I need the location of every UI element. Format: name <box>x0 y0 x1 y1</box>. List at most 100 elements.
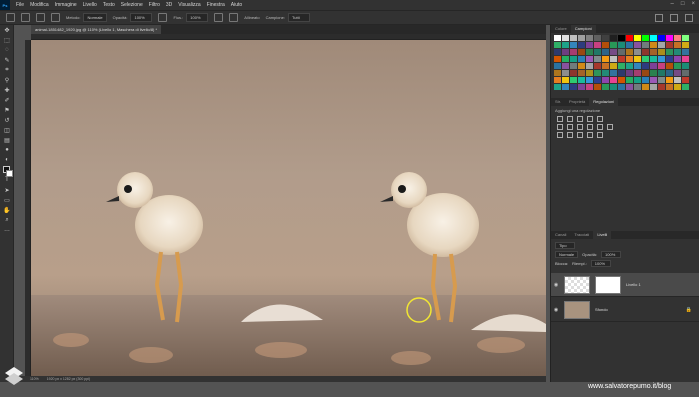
color-swatch[interactable] <box>562 63 569 69</box>
minimize-icon[interactable]: – <box>671 1 674 7</box>
color-swatch[interactable] <box>674 35 681 41</box>
color-swatch[interactable] <box>562 77 569 83</box>
color-swatch[interactable] <box>674 42 681 48</box>
gradient-tool-icon[interactable]: ▤ <box>0 135 14 145</box>
workspace-icon[interactable] <box>670 14 678 22</box>
color-swatch[interactable] <box>666 42 673 48</box>
color-swatch[interactable] <box>682 77 689 83</box>
visibility-eye-icon[interactable]: ◉ <box>551 307 561 313</box>
allineato-checkbox[interactable] <box>229 13 239 22</box>
threshold-icon[interactable] <box>577 132 583 138</box>
color-swatch[interactable] <box>642 56 649 62</box>
color-swatch[interactable] <box>578 77 585 83</box>
color-swatch[interactable] <box>586 49 593 55</box>
color-swatch[interactable] <box>642 63 649 69</box>
color-swatch[interactable] <box>610 77 617 83</box>
quick-select-tool-icon[interactable]: ✎ <box>0 55 14 65</box>
hue-sat-icon[interactable] <box>557 124 563 130</box>
color-swatch[interactable] <box>602 77 609 83</box>
color-swatch[interactable] <box>562 56 569 62</box>
more-tools-icon[interactable]: … <box>0 225 14 235</box>
menu-selezione[interactable]: Selezione <box>121 2 143 8</box>
color-swatch[interactable] <box>626 35 633 41</box>
color-swatch[interactable] <box>682 84 689 90</box>
menu-aiuto[interactable]: Aiuto <box>231 2 242 8</box>
color-swatch[interactable] <box>634 42 641 48</box>
image-canvas[interactable] <box>31 40 546 376</box>
campione-select[interactable]: Tutti <box>287 13 310 22</box>
tab-livelli[interactable]: Livelli <box>593 231 612 239</box>
color-swatch[interactable] <box>650 56 657 62</box>
color-swatch[interactable] <box>666 77 673 83</box>
blur-tool-icon[interactable]: ● <box>0 145 14 155</box>
color-swatch[interactable] <box>570 70 577 76</box>
color-swatch[interactable] <box>602 70 609 76</box>
color-swatch[interactable] <box>658 70 665 76</box>
blend-mode-select[interactable]: Normale <box>555 251 579 258</box>
color-swatch[interactable] <box>634 49 641 55</box>
color-swatch[interactable] <box>618 63 625 69</box>
color-swatch[interactable] <box>594 84 601 90</box>
color-swatch[interactable] <box>578 70 585 76</box>
color-swatch[interactable] <box>682 70 689 76</box>
color-swatch[interactable] <box>642 77 649 83</box>
fill-field[interactable]: 100% <box>590 260 611 267</box>
color-swatch[interactable] <box>626 56 633 62</box>
color-swatch[interactable] <box>586 84 593 90</box>
color-swatch[interactable] <box>562 70 569 76</box>
black-white-icon[interactable] <box>577 124 583 130</box>
color-swatch[interactable] <box>570 35 577 41</box>
brightness-icon[interactable] <box>557 116 563 122</box>
menu-testo[interactable]: Testo <box>103 2 115 8</box>
color-swatch[interactable] <box>570 42 577 48</box>
brush-preset-icon[interactable] <box>36 13 45 22</box>
gradient-map-icon[interactable] <box>587 132 593 138</box>
color-swatch[interactable] <box>570 77 577 83</box>
home-icon[interactable] <box>6 13 15 22</box>
color-swatch[interactable] <box>658 35 665 41</box>
color-swatch[interactable] <box>586 35 593 41</box>
visibility-eye-icon[interactable]: ◉ <box>551 282 561 288</box>
color-swatch[interactable] <box>650 63 657 69</box>
color-swatch[interactable] <box>626 42 633 48</box>
menu-finestra[interactable]: Finestra <box>207 2 225 8</box>
color-swatch[interactable] <box>594 42 601 48</box>
color-swatch[interactable] <box>594 49 601 55</box>
clone-stamp-icon[interactable]: ⚑ <box>0 105 14 115</box>
marquee-tool-icon[interactable]: ⬚ <box>0 35 14 45</box>
color-swatch[interactable] <box>570 63 577 69</box>
color-swatch[interactable] <box>578 35 585 41</box>
color-swatch[interactable] <box>570 84 577 90</box>
color-swatch[interactable] <box>650 84 657 90</box>
color-swatch[interactable] <box>618 56 625 62</box>
color-swatch[interactable] <box>618 70 625 76</box>
color-swatch[interactable] <box>610 35 617 41</box>
document-tab[interactable]: animal-1851482_1920.jpg @ 110% (Livello … <box>31 25 162 34</box>
background-color-swatch[interactable] <box>6 170 13 177</box>
move-tool-icon[interactable]: ✥ <box>0 25 14 35</box>
metodo-select[interactable]: Normale <box>83 13 107 22</box>
color-swatch[interactable] <box>578 56 585 62</box>
color-swatch[interactable] <box>610 70 617 76</box>
color-swatch[interactable] <box>578 42 585 48</box>
tab-regolazioni[interactable]: Regolazioni <box>589 98 619 106</box>
share-icon[interactable] <box>685 14 693 22</box>
clone-stamp-tool-icon[interactable] <box>21 13 30 22</box>
color-swatch[interactable] <box>594 63 601 69</box>
menu-livello[interactable]: Livello <box>83 2 97 8</box>
curves-icon[interactable] <box>577 116 583 122</box>
color-swatch[interactable] <box>682 42 689 48</box>
maximize-icon[interactable]: □ <box>681 1 685 7</box>
color-swatch[interactable] <box>602 56 609 62</box>
color-swatch[interactable] <box>594 56 601 62</box>
exposure-icon[interactable] <box>587 116 593 122</box>
search-icon[interactable] <box>655 14 663 22</box>
color-swatch[interactable] <box>674 49 681 55</box>
opacita-field[interactable]: 100% <box>130 13 153 22</box>
menu-file[interactable]: File <box>16 2 24 8</box>
toggle-brush-panel-icon[interactable] <box>51 13 60 22</box>
tab-proprieta[interactable]: Proprietà <box>565 98 589 106</box>
color-swatch[interactable] <box>554 42 561 48</box>
color-swatch[interactable] <box>682 56 689 62</box>
color-swatch[interactable] <box>666 56 673 62</box>
